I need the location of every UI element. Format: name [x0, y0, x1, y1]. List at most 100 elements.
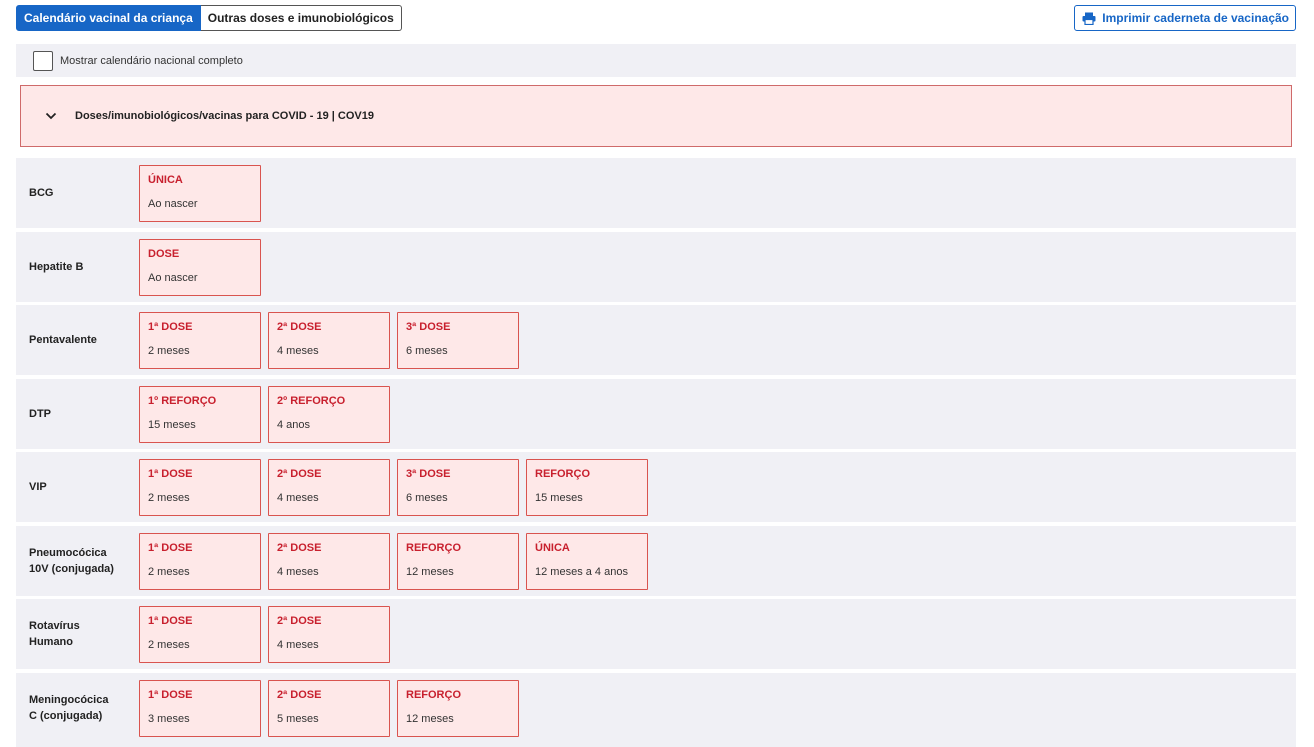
dose-card[interactable]: REFORÇO 12 meses	[397, 532, 519, 590]
vaccine-name-line: Pneumocócica	[29, 546, 107, 559]
dose-age-label: 12 meses a 4 anos	[535, 565, 628, 578]
vaccine-name: Rotavírus Humano	[29, 599, 139, 669]
dose-card[interactable]: ÚNICA 12 meses a 4 anos	[526, 532, 648, 590]
dose-type-label: ÚNICA	[148, 174, 183, 186]
dose-type-label: REFORÇO	[406, 541, 461, 554]
dose-type-label: 3ª DOSE	[406, 468, 451, 480]
dose-type-label: 1ª DOSE	[148, 321, 193, 333]
dose-type-label: 2ª DOSE	[277, 321, 322, 333]
dose-age-label: 4 anos	[277, 418, 311, 431]
dose-age-label: 2 meses	[148, 565, 190, 578]
dose-age-label: 4 meses	[277, 639, 319, 651]
dose-list: 1ª DOSE 2 meses 2ª DOSE 4 meses 3ª DOSE 6 mes…	[139, 459, 648, 516]
dose-card[interactable]: REFORÇO 15 meses	[526, 459, 648, 516]
dose-list: 1ª DOSE 2 meses 2ª DOSE 4 meses 3ª DOSE 6 mes…	[139, 312, 519, 369]
dose-type-label: 2ª DOSE	[277, 688, 322, 701]
dose-list: DOSE Ao nascer	[139, 238, 261, 296]
dose-list: 1º REFORÇO 15 meses 2º REFORÇO 4 anos	[139, 385, 390, 443]
vaccine-name: Pentavalente	[29, 305, 139, 375]
vaccine-name: VIP	[29, 452, 139, 522]
dose-list: 1ª DOSE 2 meses 2ª DOSE 4 meses REFORÇO 12 me…	[139, 532, 648, 590]
dose-type-label: DOSE	[148, 247, 180, 260]
dose-type-label: 1ª DOSE	[148, 688, 193, 701]
dose-card[interactable]: 2ª DOSE 5 meses	[268, 679, 390, 737]
dose-card[interactable]: 1ª DOSE 2 meses	[139, 312, 261, 369]
dose-type-label: 1º REFORÇO	[148, 394, 217, 407]
dose-card[interactable]: 2ª DOSE 4 meses	[268, 532, 390, 590]
top-toolbar: Calendário vacinal da criança Outras dos…	[16, 5, 1296, 31]
dose-type-label: 2º REFORÇO	[277, 394, 346, 407]
vaccine-name-line: Rotavírus	[29, 620, 80, 632]
dose-card[interactable]: 2ª DOSE 4 meses	[268, 459, 390, 516]
show-full-calendar-label: Mostrar calendário nacional completo	[60, 54, 243, 67]
vaccine-name-text: Rotavírus Humano	[29, 618, 80, 650]
covid-section-label: Doses/imunobiológicos/vacinas para COVID…	[75, 110, 374, 122]
dose-age-label: 3 meses	[148, 712, 190, 725]
dose-type-label: REFORÇO	[535, 468, 590, 480]
dose-age-label: 2 meses	[148, 492, 190, 504]
vaccine-name-line: Pentavalente	[29, 334, 97, 346]
dose-type-label: 1ª DOSE	[148, 468, 193, 480]
dose-card[interactable]: 1ª DOSE 2 meses	[139, 606, 261, 663]
tab-outras-doses[interactable]: Outras doses e imunobiológicos	[200, 5, 402, 31]
dose-card[interactable]: DOSE Ao nascer	[139, 238, 261, 296]
covid-section-header[interactable]: Doses/imunobiológicos/vacinas para COVID…	[20, 85, 1292, 147]
vaccine-row: DTP 1º REFORÇO 15 meses 2º REFORÇO 4 anos	[16, 378, 1296, 449]
dose-card[interactable]: 2ª DOSE 4 meses	[268, 312, 390, 369]
dose-age-label: 15 meses	[148, 418, 196, 431]
dose-age-label: 15 meses	[535, 492, 583, 504]
vaccine-name-line: VIP	[29, 481, 47, 493]
dose-type-label: 1ª DOSE	[148, 541, 193, 554]
dose-card[interactable]: 2º REFORÇO 4 anos	[268, 385, 390, 443]
dose-list: 1ª DOSE 3 meses 2ª DOSE 5 meses REFORÇO 12 me…	[139, 679, 519, 737]
toggle-row: Mostrar calendário nacional completo	[16, 44, 1296, 77]
dose-card[interactable]: 1ª DOSE 2 meses	[139, 532, 261, 590]
dose-type-label: 2ª DOSE	[277, 468, 322, 480]
dose-type-label: 2ª DOSE	[277, 541, 322, 554]
vaccine-row: Pentavalente 1ª DOSE 2 meses 2ª DOSE 4 meses…	[16, 305, 1296, 375]
print-card-button[interactable]: Imprimir caderneta de vacinação	[1074, 5, 1296, 31]
dose-type-label: 2ª DOSE	[277, 615, 322, 627]
calendar-tabs: Calendário vacinal da criança Outras dos…	[16, 5, 402, 31]
dose-age-label: 4 meses	[277, 565, 319, 578]
vaccine-name-line: Hepatite B	[29, 260, 84, 273]
vaccine-name: BCG	[29, 158, 139, 228]
dose-list: ÚNICA Ao nascer	[139, 165, 261, 222]
dose-age-label: 5 meses	[277, 712, 319, 725]
dose-card[interactable]: REFORÇO 12 meses	[397, 679, 519, 737]
vaccine-name-text: Pentavalente	[29, 332, 97, 348]
vaccine-name-text: Hepatite B	[29, 259, 83, 275]
vaccine-row: Meningocócica C (conjugada) 1ª DOSE 3 meses…	[16, 672, 1296, 743]
vaccine-name: DTP	[29, 379, 139, 449]
dose-age-label: Ao nascer	[148, 198, 198, 210]
dose-age-label: 6 meses	[406, 492, 448, 504]
dose-type-label: 1ª DOSE	[148, 615, 193, 627]
vaccine-name-line: Humano	[29, 636, 73, 648]
dose-age-label: 12 meses	[406, 565, 454, 578]
vaccine-name-line: BCG	[29, 187, 54, 199]
vaccine-row: Hepatite B DOSE Ao nascer	[16, 231, 1296, 302]
vaccine-name: Pneumocócica 10V (conjugada)	[29, 526, 139, 596]
dose-card[interactable]: 1º REFORÇO 15 meses	[139, 385, 261, 443]
print-button-label: Imprimir caderneta de vacinação	[1102, 11, 1289, 25]
dose-card[interactable]: 3ª DOSE 6 meses	[397, 459, 519, 516]
next-row-edge	[16, 743, 1296, 747]
dose-age-label: 4 meses	[277, 345, 319, 357]
dose-card[interactable]: 3ª DOSE 6 meses	[397, 312, 519, 369]
show-full-calendar-checkbox[interactable]	[33, 50, 53, 71]
vaccine-list: BCG ÚNICA Ao nascer Hepatite B DOSE Ao nascer…	[16, 158, 1296, 746]
vaccine-name-line: C (conjugada)	[29, 709, 103, 722]
chevron-down-icon	[45, 112, 57, 120]
dose-card[interactable]: 1ª DOSE 2 meses	[139, 459, 261, 516]
dose-card[interactable]: 2ª DOSE 4 meses	[268, 606, 390, 663]
dose-type-label: ÚNICA	[535, 541, 570, 554]
dose-card[interactable]: 1ª DOSE 3 meses	[139, 679, 261, 737]
dose-age-label: 12 meses	[406, 712, 454, 725]
vaccine-row: Rotavírus Humano 1ª DOSE 2 meses 2ª DOSE 4 me…	[16, 599, 1296, 669]
dose-card[interactable]: ÚNICA Ao nascer	[139, 165, 261, 222]
vaccine-name-line: DTP	[29, 407, 51, 420]
tab-calendario-crianca[interactable]: Calendário vacinal da criança	[16, 5, 201, 31]
vaccine-row: BCG ÚNICA Ao nascer	[16, 158, 1296, 228]
vaccine-name-line: Meningocócica	[29, 693, 109, 706]
dose-age-label: 2 meses	[148, 639, 190, 651]
